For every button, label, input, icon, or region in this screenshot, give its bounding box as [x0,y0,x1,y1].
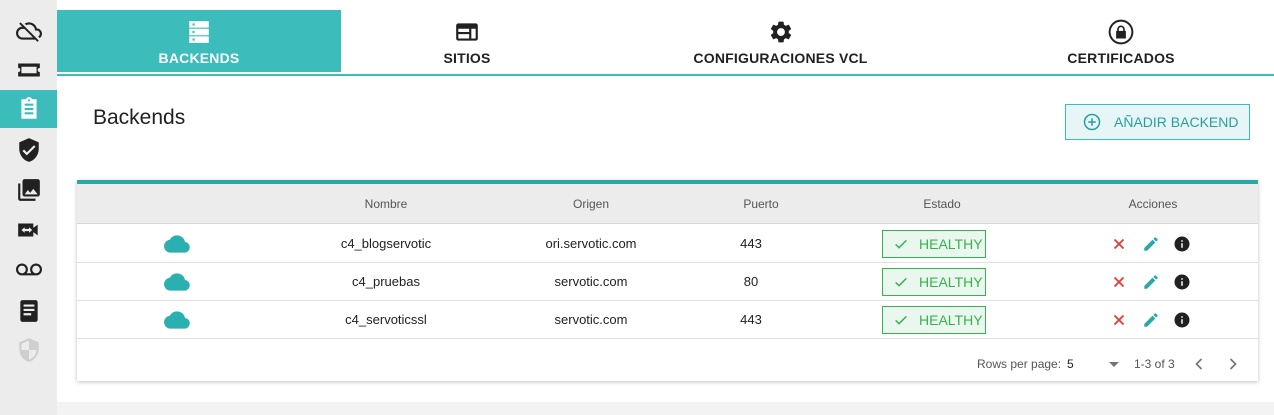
sidebar-item-shield-check[interactable] [0,131,57,169]
check-icon [895,239,907,249]
page-title: Backends [93,106,186,129]
book-icon [19,300,38,322]
tab-label: SITIOS [443,50,491,66]
status-badge: HEALTHY [882,306,986,334]
lock-icon [1108,19,1134,45]
shield-half-icon [18,338,39,362]
sidebar [0,0,57,415]
cell-origen: servotic.com [554,274,628,289]
cloud-icon [164,273,190,291]
sidebar-item-ticket[interactable] [0,51,57,89]
sidebar-item-book[interactable] [0,292,57,330]
cell-puerto: 443 [740,312,762,327]
table-row: c4_blogservotic ori.servotic.com 443 HEA… [77,225,1258,263]
table-row: c4_pruebas servotic.com 80 HEALTHY [77,263,1258,301]
delete-icon[interactable] [1110,311,1128,329]
video-arrows-icon [17,223,38,237]
status-badge: HEALTHY [882,230,986,258]
info-icon[interactable] [1173,273,1191,291]
tab-configuraciones-vcl[interactable]: CONFIGURACIONES VCL [593,10,968,72]
add-backend-button[interactable]: AÑADIR BACKEND [1065,104,1250,140]
table-header: Nombre Origen Puerto Estado Acciones [77,184,1258,224]
table-pagination: Rows per page: 5 1-3 of 3 [77,344,1258,385]
column-header-origen[interactable]: Origen [491,184,691,224]
edit-icon[interactable] [1142,273,1160,291]
sidebar-item-video-arrows[interactable] [0,211,57,249]
column-header-nombre[interactable]: Nombre [286,184,486,224]
tab-bar: BACKENDS SITIOS CONFIGURACIONES VCL CERT… [57,10,1274,76]
delete-icon[interactable] [1110,235,1128,253]
cell-nombre: c4_servoticssl [345,312,427,327]
info-icon[interactable] [1173,235,1191,253]
sidebar-item-shield-disabled [0,331,57,369]
delete-icon[interactable] [1110,273,1128,291]
dropdown-caret-icon [1109,362,1119,367]
cloud-off-icon [15,22,42,42]
cloud-icon [164,311,190,329]
check-icon [895,277,907,287]
status-label: HEALTHY [919,312,983,328]
column-header-icon [77,184,277,224]
column-header-estado[interactable]: Estado [862,184,1022,224]
chevron-right-icon[interactable] [1223,354,1243,374]
voicemail-icon [15,263,42,276]
status-badge: HEALTHY [882,268,986,296]
gear-icon [770,21,791,43]
status-label: HEALTHY [919,236,983,252]
ticket-icon [17,63,40,77]
status-label: HEALTHY [919,274,983,290]
cell-puerto: 443 [740,236,762,251]
backends-table: Nombre Origen Puerto Estado Acciones c4_… [77,180,1258,381]
rows-per-page-select[interactable]: 5 [1067,354,1122,374]
cell-origen: servotic.com [554,312,628,327]
edit-icon[interactable] [1142,311,1160,329]
column-header-puerto[interactable]: Puerto [681,184,841,224]
sidebar-item-voicemail[interactable] [0,251,57,289]
main-content: BACKENDS SITIOS CONFIGURACIONES VCL CERT… [57,0,1274,402]
cell-nombre: c4_blogservotic [340,236,432,251]
sidebar-item-clipboard[interactable] [0,90,57,128]
tab-sitios[interactable]: SITIOS [341,10,593,72]
cell-nombre: c4_pruebas [352,274,420,289]
rows-per-page-value: 5 [1067,357,1074,371]
add-circle-icon [1083,113,1101,131]
photo-library-icon [17,179,40,201]
table-row: c4_servoticssl servotic.com 443 HEALTHY [77,301,1258,339]
shield-check-icon [18,138,39,162]
rows-per-page-label: Rows per page: [977,357,1062,371]
tab-label: CONFIGURACIONES VCL [693,50,868,66]
web-icon [456,23,478,41]
clipboard-icon [20,97,37,119]
tab-label: BACKENDS [158,50,240,66]
check-icon [895,315,907,325]
cell-origen: ori.servotic.com [545,236,637,251]
pagination-range: 1-3 of 3 [1134,357,1175,371]
cell-puerto: 80 [743,274,759,289]
tab-backends[interactable]: BACKENDS [57,10,341,72]
tab-certificados[interactable]: CERTIFICADOS [968,10,1274,72]
info-icon[interactable] [1173,311,1191,329]
server-icon [189,21,209,43]
column-header-acciones: Acciones [1128,197,1178,211]
add-backend-label: AÑADIR BACKEND [1114,114,1239,130]
edit-icon[interactable] [1142,235,1160,253]
chevron-left-icon[interactable] [1189,354,1209,374]
tab-label: CERTIFICADOS [1067,50,1175,66]
cloud-icon [164,235,190,253]
sidebar-item-cloud-off[interactable] [0,12,57,50]
sidebar-item-photo-library[interactable] [0,171,57,209]
